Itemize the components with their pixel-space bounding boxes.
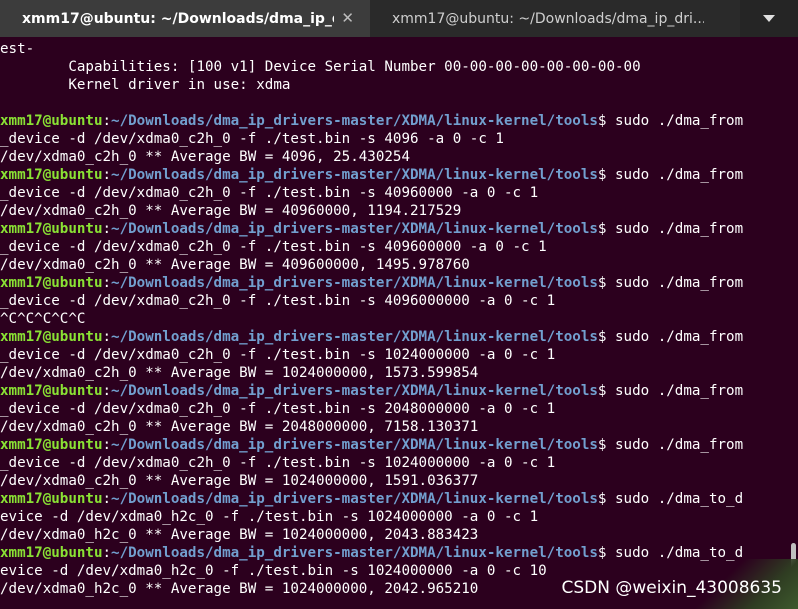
- prompt-path: ~/Downloads/dma_ip_drivers-master/XDMA/l…: [111, 491, 598, 507]
- scrollbar-thumb[interactable]: [791, 543, 796, 599]
- output-line: /dev/xdma0_h2c_0 ** Average BW = 1024000…: [0, 527, 479, 543]
- output-line: _device -d /dev/xdma0_c2h_0 -f ./test.bi…: [0, 131, 504, 147]
- output-line: /dev/xdma0_c2h_0 ** Average BW = 2048000…: [0, 419, 479, 435]
- prompt-line: xmm17@ubuntu:~/Downloads/dma_ip_drivers-…: [0, 382, 790, 400]
- output-line: est-: [0, 41, 35, 57]
- output-line: /dev/xdma0_c2h_0 ** Average BW = 4096000…: [0, 257, 470, 273]
- terminal-output[interactable]: est- Capabilities: [100 v1] Device Seria…: [0, 40, 790, 609]
- tab-terminal-1[interactable]: xmm17@ubuntu: ~/Downloads/dma_ip_dr... ✕: [0, 0, 370, 37]
- prompt-path: ~/Downloads/dma_ip_drivers-master/XDMA/l…: [111, 113, 598, 129]
- prompt-user: xmm17@ubuntu: [0, 329, 103, 345]
- prompt-line: xmm17@ubuntu:~/Downloads/dma_ip_drivers-…: [0, 274, 790, 292]
- prompt-path: ~/Downloads/dma_ip_drivers-master/XDMA/l…: [111, 545, 598, 561]
- prompt-separator: :: [102, 329, 112, 345]
- close-icon[interactable]: ✕: [341, 9, 354, 27]
- prompt-path: ~/Downloads/dma_ip_drivers-master/XDMA/l…: [111, 437, 598, 453]
- output-line: _device -d /dev/xdma0_c2h_0 -f ./test.bi…: [0, 401, 556, 417]
- command-text: sudo ./dma_from: [606, 221, 744, 237]
- output-line: _device -d /dev/xdma0_c2h_0 -f ./test.bi…: [0, 239, 547, 255]
- output-line: /dev/xdma0_c2h_0 ** Average BW = 4096000…: [0, 203, 462, 219]
- prompt-user: xmm17@ubuntu: [0, 491, 103, 507]
- prompt-separator: :: [102, 275, 112, 291]
- prompt-line: xmm17@ubuntu:~/Downloads/dma_ip_drivers-…: [0, 544, 790, 562]
- command-text: sudo ./dma_to_d: [606, 545, 744, 561]
- tab-title: xmm17@ubuntu: ~/Downloads/dma_ip_dr...: [22, 10, 334, 27]
- output-line: /dev/xdma0_c2h_0 ** Average BW = 1024000…: [0, 365, 479, 381]
- prompt-user: xmm17@ubuntu: [0, 113, 103, 129]
- output-line: ^C^C^C^C^C: [0, 311, 86, 327]
- output-line: _device -d /dev/xdma0_c2h_0 -f ./test.bi…: [0, 455, 556, 471]
- prompt-line: xmm17@ubuntu:~/Downloads/dma_ip_drivers-…: [0, 328, 790, 346]
- prompt-line: xmm17@ubuntu:~/Downloads/dma_ip_drivers-…: [0, 490, 790, 508]
- chevron-down-icon: [763, 14, 775, 22]
- prompt-line: xmm17@ubuntu:~/Downloads/dma_ip_drivers-…: [0, 112, 790, 130]
- command-text: sudo ./dma_from: [606, 113, 744, 129]
- command-text: sudo ./dma_from: [606, 167, 744, 183]
- output-line: Kernel driver in use: xdma: [0, 77, 291, 93]
- output-line: _device -d /dev/xdma0_c2h_0 -f ./test.bi…: [0, 185, 539, 201]
- prompt-user: xmm17@ubuntu: [0, 437, 103, 453]
- prompt-line: xmm17@ubuntu:~/Downloads/dma_ip_drivers-…: [0, 166, 790, 184]
- tab-bar: xmm17@ubuntu: ~/Downloads/dma_ip_dr... ✕…: [0, 0, 798, 37]
- prompt-user: xmm17@ubuntu: [0, 275, 103, 291]
- prompt-user: xmm17@ubuntu: [0, 545, 103, 561]
- prompt-line: xmm17@ubuntu:~/Downloads/dma_ip_drivers-…: [0, 220, 790, 238]
- output-line: /dev/xdma0_c2h_0 ** Average BW = 1024000…: [0, 473, 479, 489]
- output-line: Capabilities: [100 v1] Device Serial Num…: [0, 59, 641, 75]
- command-text: sudo ./dma_to_d: [606, 491, 744, 507]
- prompt-path: ~/Downloads/dma_ip_drivers-master/XDMA/l…: [111, 329, 598, 345]
- prompt-path: ~/Downloads/dma_ip_drivers-master/XDMA/l…: [111, 275, 598, 291]
- command-text: sudo ./dma_from: [606, 383, 744, 399]
- command-text: sudo ./dma_from: [606, 275, 744, 291]
- tab-title: xmm17@ubuntu: ~/Downloads/dma_ip_dri...: [392, 10, 704, 27]
- prompt-separator: :: [102, 383, 112, 399]
- prompt-separator: :: [102, 545, 112, 561]
- watermark: CSDN @weixin_43008635: [561, 578, 782, 598]
- command-text: sudo ./dma_from: [606, 329, 744, 345]
- output-line: evice -d /dev/xdma0_h2c_0 -f ./test.bin …: [0, 509, 539, 525]
- output-line: _device -d /dev/xdma0_c2h_0 -f ./test.bi…: [0, 293, 556, 309]
- prompt-separator: :: [102, 437, 112, 453]
- prompt-separator: :: [102, 113, 112, 129]
- output-line: _device -d /dev/xdma0_c2h_0 -f ./test.bi…: [0, 347, 556, 363]
- output-line: /dev/xdma0_c2h_0 ** Average BW = 4096, 2…: [0, 149, 410, 165]
- prompt-separator: :: [102, 167, 112, 183]
- prompt-user: xmm17@ubuntu: [0, 383, 103, 399]
- prompt-path: ~/Downloads/dma_ip_drivers-master/XDMA/l…: [111, 383, 598, 399]
- prompt-path: ~/Downloads/dma_ip_drivers-master/XDMA/l…: [111, 221, 598, 237]
- prompt-user: xmm17@ubuntu: [0, 167, 103, 183]
- prompt-line: xmm17@ubuntu:~/Downloads/dma_ip_drivers-…: [0, 436, 790, 454]
- prompt-separator: :: [102, 491, 112, 507]
- prompt-user: xmm17@ubuntu: [0, 221, 103, 237]
- command-text: sudo ./dma_from: [606, 437, 744, 453]
- prompt-path: ~/Downloads/dma_ip_drivers-master/XDMA/l…: [111, 167, 598, 183]
- tab-menu-button[interactable]: [740, 0, 798, 37]
- prompt-separator: :: [102, 221, 112, 237]
- tab-terminal-2[interactable]: xmm17@ubuntu: ~/Downloads/dma_ip_dri...: [370, 0, 740, 37]
